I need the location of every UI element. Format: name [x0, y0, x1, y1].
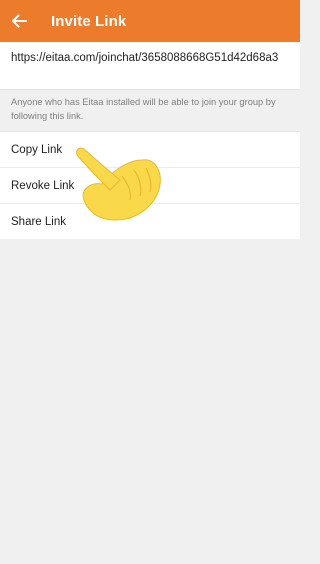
arrow-left-icon [12, 14, 27, 28]
invite-link-hint: Anyone who has Eitaa installed will be a… [0, 89, 300, 132]
share-link-button[interactable]: Share Link [0, 204, 300, 239]
copy-link-button[interactable]: Copy Link [0, 132, 300, 168]
invite-link-url[interactable]: https://eitaa.com/joinchat/3658088668G51… [11, 51, 291, 66]
back-button[interactable] [0, 0, 38, 42]
link-actions-menu: Copy Link Revoke Link Share Link [0, 131, 300, 239]
hint-text: Anyone who has Eitaa installed will be a… [11, 97, 276, 121]
revoke-link-button[interactable]: Revoke Link [0, 168, 300, 204]
page-title: Invite Link [51, 12, 127, 30]
invite-link-box[interactable]: https://eitaa.com/joinchat/3658088668G51… [0, 42, 300, 89]
app-toolbar: Invite Link [0, 0, 300, 42]
